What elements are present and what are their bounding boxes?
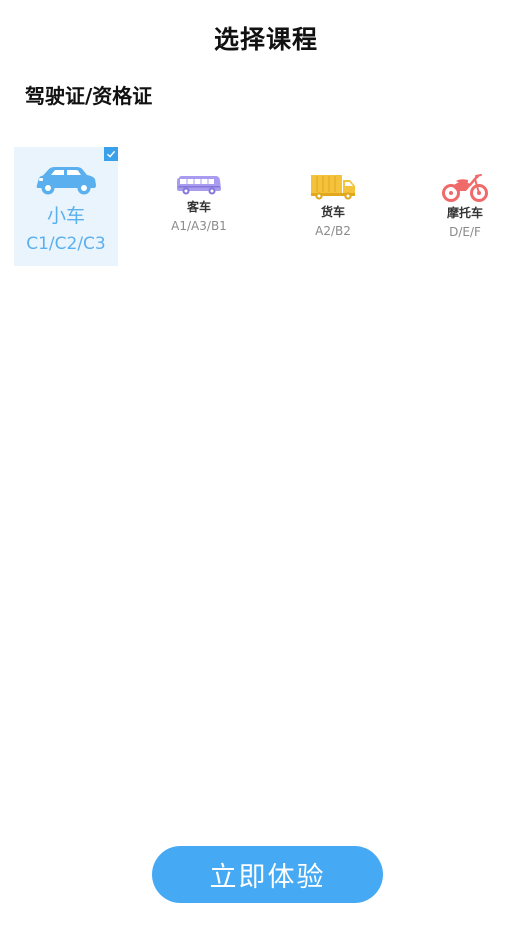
course-codes: D/E/F	[449, 225, 481, 239]
truck-icon	[311, 175, 355, 200]
course-list: 小车 C1/C2/C3 客车 A1/A3/B1 货车 A2/B2 摩托车 D/E…	[0, 147, 532, 267]
course-card-motorcycle[interactable]: 摩托车 D/E/F	[412, 147, 518, 266]
course-codes: A2/B2	[315, 224, 351, 238]
checkmark-icon	[104, 147, 118, 161]
course-card-bus[interactable]: 客车 A1/A3/B1	[146, 147, 252, 266]
course-card-car[interactable]: 小车 C1/C2/C3	[14, 147, 118, 266]
course-codes: A1/A3/B1	[171, 219, 227, 233]
course-name: 客车	[186, 200, 211, 214]
course-name: 货车	[320, 205, 345, 219]
motorcycle-icon	[442, 174, 488, 202]
start-experience-button[interactable]: 立即体验	[152, 846, 383, 903]
course-codes: C1/C2/C3	[26, 234, 106, 254]
course-name: 摩托车	[446, 206, 483, 220]
section-title: 驾驶证/资格证	[25, 84, 153, 108]
car-icon	[36, 167, 96, 195]
course-name: 小车	[46, 205, 85, 227]
page-title: 选择课程	[213, 25, 318, 54]
course-card-truck[interactable]: 货车 A2/B2	[280, 147, 386, 266]
bus-icon	[177, 176, 221, 195]
